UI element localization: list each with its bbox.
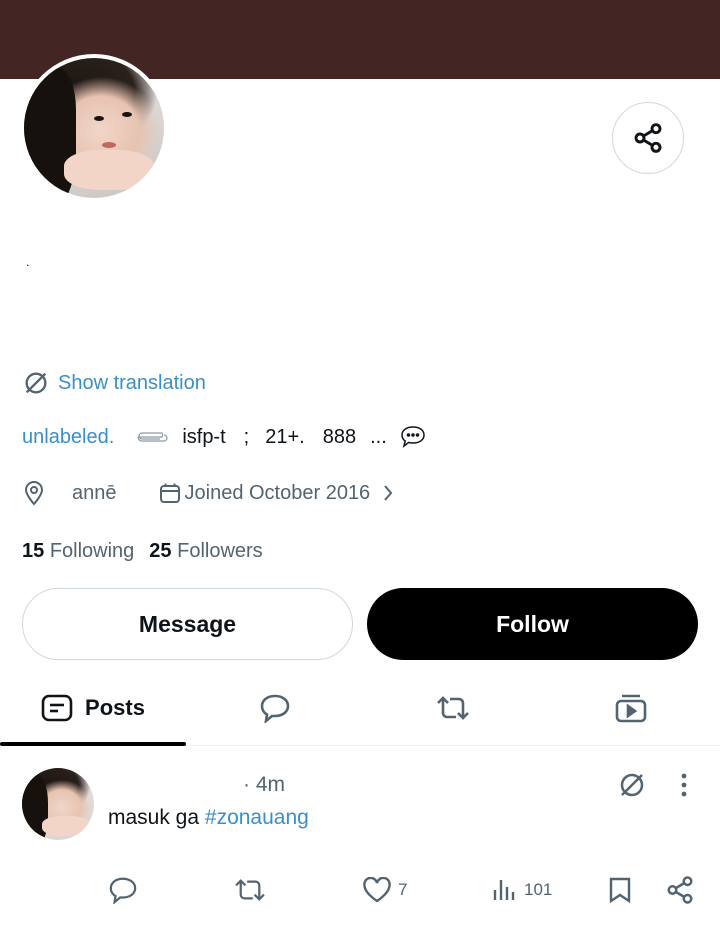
location-text: annē [72, 481, 117, 504]
profile-avatar[interactable] [20, 54, 168, 202]
bio-mbti: isfp-t [182, 425, 226, 448]
like-button[interactable]: 7 [362, 870, 407, 910]
repost-icon [233, 877, 267, 903]
repost-button[interactable] [233, 870, 267, 910]
post-hashtag[interactable]: #zonauang [205, 806, 309, 829]
tab-posts[interactable]: Posts [0, 672, 186, 746]
profile-meta: annē Joined October 2016 [22, 480, 394, 506]
speech-bubble-icon [399, 424, 427, 450]
bookmark-button[interactable] [607, 870, 633, 910]
paperclip-icon [136, 431, 168, 443]
show-translation-label: Show translation [58, 371, 206, 394]
post-actions: 7 101 [0, 870, 720, 910]
bio-link[interactable]: unlabeled. [22, 426, 114, 449]
joined-date[interactable]: Joined October 2016 [185, 482, 371, 505]
share-icon [665, 875, 695, 905]
avatar-photo [24, 58, 164, 198]
follow-stats: 15 Following 25 Followers [22, 540, 263, 563]
calendar-icon [159, 482, 181, 504]
reply-button[interactable] [108, 870, 138, 910]
like-icon [362, 877, 392, 903]
translate-icon [617, 770, 647, 800]
post-avatar[interactable] [22, 768, 94, 840]
share-icon [632, 122, 664, 154]
replies-tab-icon [259, 693, 291, 723]
reply-icon [108, 876, 138, 904]
post-more-button[interactable] [672, 770, 696, 800]
bio-ellipsis: ... [370, 425, 387, 448]
translate-icon [22, 369, 50, 397]
tab-media[interactable] [542, 672, 720, 744]
bio-number: 888 [322, 425, 357, 448]
profile-tabs: Posts [0, 672, 720, 746]
show-translation-link[interactable]: Show translation [22, 369, 206, 397]
bio-line: unlabeled. isfp-t ; 21+. 888 ... [22, 424, 427, 450]
tab-replies[interactable] [186, 672, 364, 744]
bookmark-icon [607, 876, 633, 904]
bio-separator: ; [243, 425, 250, 448]
message-button[interactable]: Message [22, 588, 353, 660]
like-count: 7 [398, 880, 408, 899]
followers-stat[interactable]: 25 Followers [149, 540, 262, 563]
tab-posts-label: Posts [85, 695, 145, 720]
post-translate-button[interactable] [617, 770, 647, 800]
posts-tab-icon [41, 694, 73, 722]
post-timestamp[interactable]: · 4m [243, 773, 285, 797]
views-icon [492, 878, 518, 902]
follow-button[interactable]: Follow [367, 588, 698, 660]
location-icon [22, 480, 46, 506]
share-profile-button[interactable] [612, 102, 684, 174]
reposts-tab-icon [435, 694, 471, 722]
views-count: 101 [524, 880, 553, 899]
more-icon [681, 773, 687, 797]
media-tab-icon [615, 693, 647, 723]
following-stat[interactable]: 15 Following [22, 540, 134, 563]
post-text: masuk ga #zonauang [108, 806, 309, 830]
bio-text: . [26, 255, 30, 269]
post-body: masuk ga [108, 806, 200, 829]
post-item[interactable]: · 4m masuk ga #zonauang 7 101 [0, 746, 720, 925]
bio-age: 21+. [265, 425, 305, 448]
views-button[interactable]: 101 [492, 870, 552, 910]
chevron-right-icon[interactable] [382, 484, 394, 502]
tab-reposts[interactable] [364, 672, 542, 744]
post-share-button[interactable] [665, 870, 695, 910]
